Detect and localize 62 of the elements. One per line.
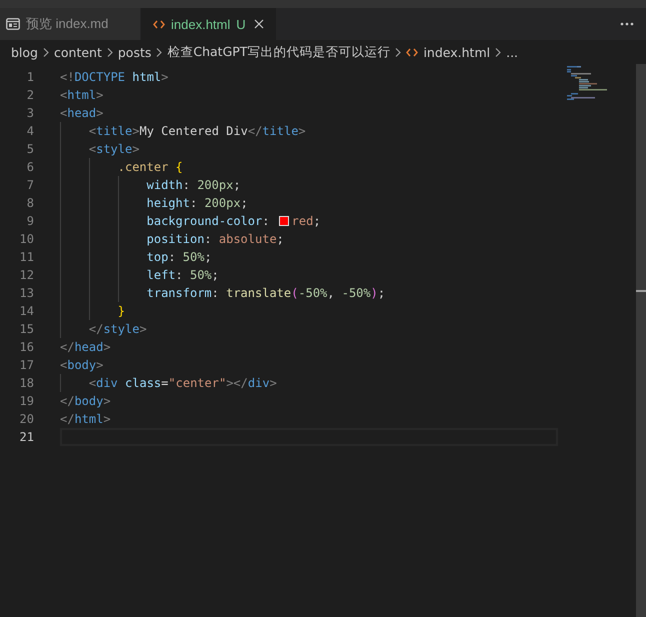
line-number: 9 [26, 214, 34, 228]
breadcrumb-item[interactable]: blog [11, 44, 38, 60]
line-number: 4 [26, 124, 34, 138]
code-line: height: 200px; [146, 196, 248, 210]
code-line: top: 50%; [146, 250, 212, 264]
breadcrumb-item[interactable]: index.html [423, 44, 490, 60]
line-number: 7 [26, 178, 34, 192]
breadcrumb-item[interactable]: content [54, 44, 102, 60]
editor-tab[interactable]: index.html U [141, 8, 277, 40]
line-number: 6 [26, 160, 34, 174]
line-number: 12 [18, 268, 34, 282]
code-line: <div class="center"></div> [88, 376, 277, 390]
code-line: <body> [60, 358, 104, 372]
preview-icon [6, 18, 20, 30]
line-number: 21 [18, 430, 34, 444]
code-line: width: 200px; [146, 178, 241, 192]
line-number: 14 [18, 304, 34, 318]
color-swatch[interactable] [278, 216, 289, 226]
line-number: 11 [18, 250, 34, 264]
line-number: 3 [26, 106, 34, 120]
code-line: </head> [60, 340, 111, 354]
code-line: </style> [88, 322, 147, 336]
code-line: <!DOCTYPE html> [60, 70, 168, 84]
line-number: 1 [26, 70, 34, 84]
chevron-right-icon [395, 48, 402, 56]
close-icon[interactable] [254, 19, 264, 29]
code-line: <style> [88, 142, 140, 156]
chevron-right-icon [106, 48, 113, 56]
code-line: .center { [118, 160, 183, 174]
chevron-right-icon [43, 48, 49, 56]
line-number: 18 [18, 376, 34, 390]
line-number: 20 [18, 412, 34, 426]
code-line: </body> [60, 394, 111, 408]
code-line: </html> [60, 412, 111, 426]
line-number: 19 [18, 394, 34, 408]
line-number: 2 [26, 88, 34, 102]
code-line: background-color: [146, 214, 270, 228]
line-number: 10 [18, 232, 34, 246]
line-number: 16 [18, 340, 34, 354]
git-status: U [236, 16, 246, 32]
line-number: 15 [18, 322, 34, 336]
editor-tab[interactable]: 预览 index.md [0, 8, 141, 40]
more-actions-icon[interactable] [620, 22, 634, 26]
code-line: <head> [60, 106, 104, 120]
code-line: <html> [60, 88, 104, 102]
code-line: left: 50%; [146, 268, 219, 282]
line-number: 8 [26, 196, 34, 210]
code-icon [153, 20, 165, 28]
code-line: } [118, 304, 125, 318]
code-icon [406, 48, 418, 56]
code-line: <title>My Centered Div</title> [88, 124, 306, 138]
breadcrumb-item[interactable]: ... [506, 44, 518, 60]
breadcrumb-item[interactable]: 检查ChatGPT写出的代码是否可以运行 [167, 44, 390, 60]
line-number: 13 [18, 286, 34, 300]
breadcrumb-item[interactable]: posts [118, 44, 152, 60]
code-line: red; [292, 214, 321, 228]
chevron-right-icon [156, 48, 162, 56]
code-line: transform: translate(-50%, -50%); [146, 286, 386, 300]
code-line: position: absolute; [146, 232, 284, 246]
chevron-right-icon [495, 48, 502, 56]
line-number: 17 [18, 358, 34, 372]
line-number: 5 [26, 142, 34, 156]
